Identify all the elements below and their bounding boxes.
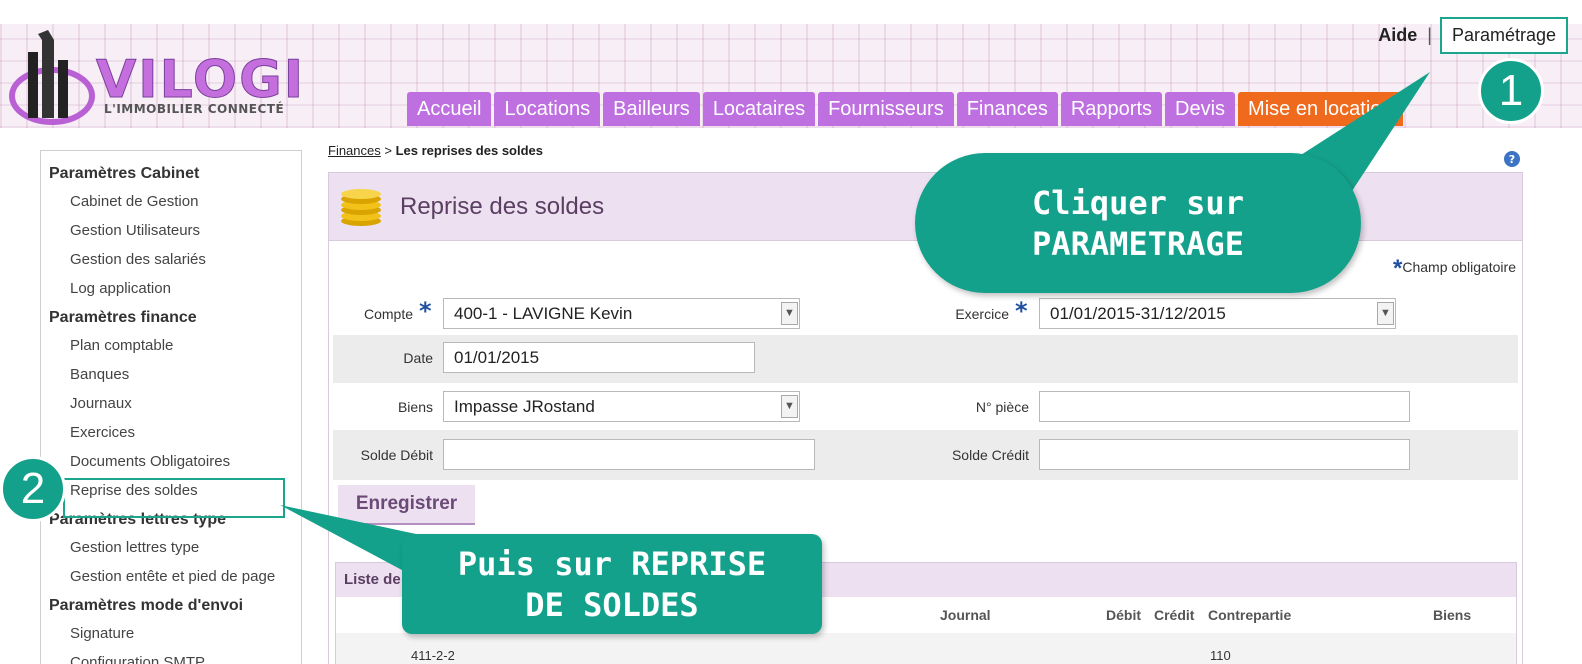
sidebar-item-plan-comptable[interactable]: Plan comptable — [41, 333, 301, 362]
compte-select-value: 400-1 - LAVIGNE Kevin — [454, 304, 633, 323]
logo-subtitle: L'IMMOBILIER CONNECTÉ — [104, 102, 285, 116]
logo-wordmark: VILOGI — [95, 50, 306, 111]
column-header-debit: Débit — [1106, 607, 1141, 623]
row-compte-cell: 411-2-2 — [411, 648, 455, 663]
nav-devis[interactable]: Devis — [1165, 92, 1236, 126]
sidebar-item-gestion-lettres[interactable]: Gestion lettres type — [41, 535, 301, 564]
help-link[interactable]: Aide — [1378, 25, 1417, 46]
callout-2-line-1: Puis sur REPRISE — [457, 545, 767, 583]
exercice-label: Exercice — [955, 306, 1009, 322]
date-label: Date — [403, 350, 433, 366]
debit-label: Solde Débit — [360, 447, 433, 463]
column-header-biens: Biens — [1433, 607, 1472, 623]
coins-icon — [341, 189, 381, 226]
sidebar-item-documents-obligatoires[interactable]: Documents Obligatoires — [41, 449, 301, 478]
sidebar-item-cabinet-gestion[interactable]: Cabinet de Gestion — [41, 189, 301, 218]
nav-fournisseurs[interactable]: Fournisseurs — [818, 92, 954, 126]
chevron-down-icon[interactable]: ▼ — [781, 395, 798, 418]
biens-label: Biens — [397, 399, 433, 415]
top-links: Aide | Paramétrage — [1378, 16, 1568, 54]
sidebar-item-exercices[interactable]: Exercices — [41, 420, 301, 449]
sidebar-section-cabinet: Paramètres Cabinet — [49, 165, 200, 182]
link-separator: | — [1427, 24, 1432, 45]
vilogi-logo: VILOGI L'IMMOBILIER CONNECTÉ — [8, 30, 318, 130]
credit-label: Solde Crédit — [951, 447, 1029, 463]
piece-label: N° pièce — [975, 399, 1029, 415]
nav-accueil[interactable]: Accueil — [407, 92, 492, 126]
piece-input[interactable] — [1039, 391, 1410, 422]
nav-locations[interactable]: Locations — [494, 92, 601, 126]
required-note-text: Champ obligatoire — [1402, 259, 1516, 275]
exercice-required-star: * — [1015, 297, 1028, 325]
sidebar-item-journaux[interactable]: Journaux — [41, 391, 301, 420]
app-root: { "header": { "logo_text": "VILOGI", "lo… — [0, 0, 1582, 664]
chevron-down-icon[interactable]: ▼ — [781, 302, 798, 325]
breadcrumb: Finances > Les reprises des soldes — [328, 143, 543, 158]
breadcrumb-separator: > — [384, 143, 392, 158]
step-1-badge: 1 — [1478, 58, 1544, 124]
compte-required-star: * — [419, 297, 432, 325]
chevron-down-icon[interactable]: ▼ — [1377, 302, 1394, 325]
column-header-journal: Journal — [940, 607, 991, 623]
callout-reprise-soldes: Puis sur REPRISE DE SOLDES — [402, 534, 822, 634]
settings-sidebar: Paramètres Cabinet Cabinet de Gestion Ge… — [40, 150, 302, 664]
exercice-select-value: 01/01/2015-31/12/2015 — [1050, 304, 1226, 323]
required-note: *Champ obligatoire — [1393, 255, 1516, 283]
required-star: * — [1393, 255, 1403, 282]
help-icon[interactable]: ? — [1504, 151, 1520, 167]
biens-select[interactable]: Impasse JRostand ▼ — [443, 391, 800, 422]
sidebar-section-mode-envoi: Paramètres mode d'envoi — [49, 597, 244, 614]
settings-link[interactable]: Paramétrage — [1439, 16, 1568, 54]
sidebar-item-smtp[interactable]: Configuration SMTP — [41, 650, 301, 664]
nav-finances[interactable]: Finances — [956, 92, 1058, 126]
main-nav: Accueil Locations Bailleurs Locataires F… — [407, 92, 1403, 126]
step-2-badge: 2 — [0, 456, 66, 522]
nav-locataires[interactable]: Locataires — [702, 92, 816, 126]
sidebar-item-signature[interactable]: Signature — [41, 621, 301, 650]
nav-bailleurs[interactable]: Bailleurs — [603, 92, 700, 126]
date-input[interactable]: 01/01/2015 — [443, 342, 755, 373]
debit-input[interactable] — [443, 439, 815, 470]
callout-1-line-1: Cliquer sur — [1032, 184, 1244, 222]
credit-input[interactable] — [1039, 439, 1410, 470]
nav-rapports[interactable]: Rapports — [1060, 92, 1163, 126]
compte-select[interactable]: 400-1 - LAVIGNE Kevin ▼ — [443, 298, 800, 329]
sidebar-item-gestion-utilisateurs[interactable]: Gestion Utilisateurs — [41, 218, 301, 247]
compte-label: Compte — [363, 306, 413, 322]
callout-1-line-2: PARAMETRAGE — [1032, 225, 1244, 263]
biens-select-value: Impasse JRostand — [454, 397, 595, 416]
sidebar-item-gestion-salaries[interactable]: Gestion des salariés — [41, 247, 301, 276]
column-header-credit: Crédit — [1154, 607, 1195, 623]
breadcrumb-current: Les reprises des soldes — [395, 143, 544, 158]
column-header-contrepartie: Contrepartie — [1208, 607, 1292, 623]
callout-parametrage: Cliquer sur PARAMETRAGE — [915, 153, 1361, 293]
row-contrepartie-cell: 110 — [1210, 648, 1231, 663]
callout-2-line-2: DE SOLDES — [525, 586, 699, 624]
exercice-select[interactable]: 01/01/2015-31/12/2015 ▼ — [1039, 298, 1396, 329]
sidebar-item-log-application[interactable]: Log application — [41, 276, 301, 305]
sidebar-section-finance: Paramètres finance — [49, 309, 197, 326]
sidebar-item-banques[interactable]: Banques — [41, 362, 301, 391]
building-logo-icon — [9, 30, 95, 125]
table-row[interactable] — [336, 633, 1516, 664]
sidebar-item-entete-pied[interactable]: Gestion entête et pied de page — [41, 564, 301, 593]
sidebar-item-reprise-soldes[interactable]: Reprise des soldes — [41, 478, 301, 518]
panel-title: Reprise des soldes — [400, 193, 605, 220]
breadcrumb-finances[interactable]: Finances — [328, 143, 381, 158]
